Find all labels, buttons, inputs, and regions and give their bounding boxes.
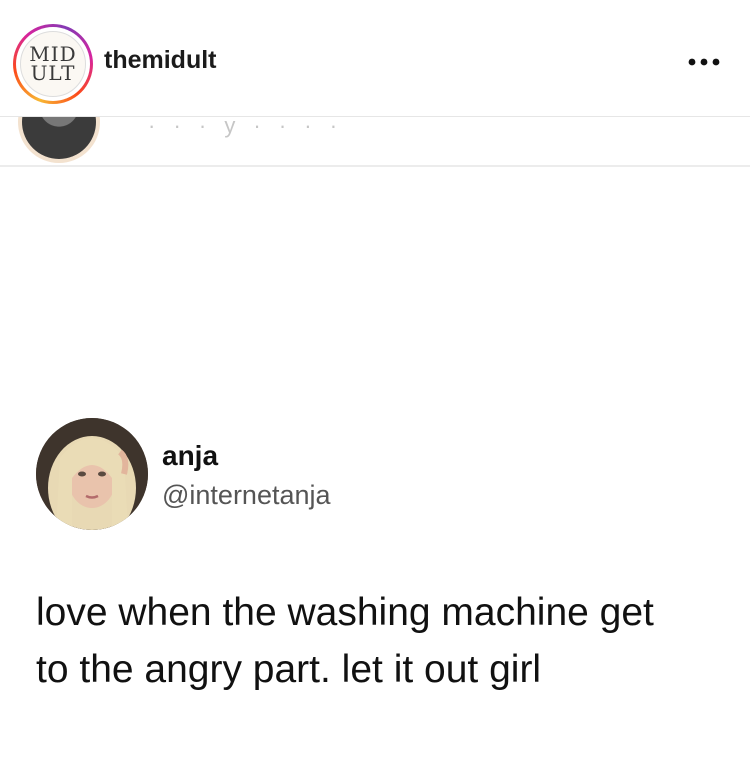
account-username[interactable]: themidult bbox=[104, 46, 217, 75]
tweet-author-avatar[interactable] bbox=[36, 418, 148, 530]
cropped-previous-tweet: · · · y · · · · bbox=[0, 117, 750, 167]
more-horizontal-icon bbox=[688, 58, 720, 66]
profile-avatar[interactable]: MID ULT bbox=[13, 24, 93, 104]
cropped-avatar-image bbox=[18, 117, 100, 163]
tweet-text-line-1: love when the washing machine get bbox=[36, 591, 654, 634]
midult-logo: MID ULT bbox=[20, 31, 86, 97]
cropped-text-fragment: · · · y · · · · bbox=[148, 117, 344, 138]
portrait-image bbox=[36, 418, 148, 530]
tweet-text: love when the washing machine get to the… bbox=[36, 584, 750, 698]
logo-line-2: ULT bbox=[30, 61, 76, 85]
tweet-author-handle[interactable]: @internetanja bbox=[162, 480, 331, 511]
more-options-button[interactable] bbox=[684, 42, 724, 82]
post-header: MID ULT themidult bbox=[0, 0, 750, 117]
tweet-author-name[interactable]: anja bbox=[162, 440, 218, 472]
tweet-text-line-2: to the angry part. let it out girl bbox=[36, 648, 542, 691]
